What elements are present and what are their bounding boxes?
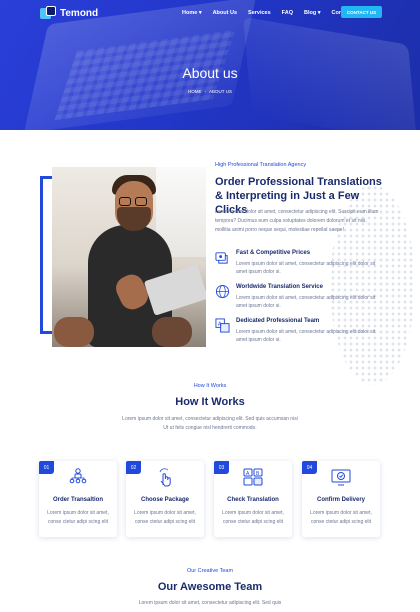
price-tag-icon bbox=[215, 252, 228, 264]
svg-text:A: A bbox=[218, 322, 222, 328]
feature-title: Fast & Competitive Prices bbox=[236, 250, 311, 256]
nav-item-home[interactable]: Home ▾ bbox=[182, 10, 202, 16]
step-card[interactable]: 02 Choose Package Lorem ipsum dolor sit … bbox=[126, 461, 204, 537]
how-it-works-title: How It Works bbox=[175, 396, 245, 408]
main-nav: Home ▾ About Us Services FAQ Blog ▾ Cont… bbox=[182, 10, 352, 16]
page-header: Temond Home ▾ About Us Services FAQ Blog… bbox=[0, 0, 420, 130]
contact-us-button[interactable]: CONTACT US bbox=[341, 6, 382, 18]
language-check-icon: A B bbox=[243, 468, 263, 486]
step-number: 03 bbox=[214, 461, 229, 474]
nav-label: Blog bbox=[303, 10, 317, 16]
step-text: Lorem ipsum dolor sit amet, conse ctetur… bbox=[222, 510, 284, 525]
about-description: Lorem ipsum dolor sit amet, consectetur … bbox=[215, 209, 379, 233]
team-title: Our Awesome Team bbox=[157, 581, 263, 593]
translate-icon: A bbox=[215, 318, 230, 333]
nav-item-faq[interactable]: FAQ bbox=[282, 10, 293, 16]
feature-text: Lorem ipsum dolor sit amet, consectetur … bbox=[236, 329, 376, 343]
step-title: Order Transaltion bbox=[52, 497, 103, 503]
feature-text: Lorem ipsum dolor sit amet, consectetur … bbox=[236, 295, 376, 309]
step-text: Lorem ipsum dolor sit amet, conse ctetur… bbox=[134, 510, 196, 525]
photo-frame-accent bbox=[40, 176, 52, 334]
step-title: Choose Package bbox=[140, 497, 190, 503]
page-title: About us bbox=[182, 65, 238, 81]
step-card[interactable]: 03 A B Check Translation Lorem ipsum dol… bbox=[214, 461, 292, 537]
feature-title: Worldwide Translation Service bbox=[236, 284, 323, 290]
breadcrumb: HOME › ABOUT US bbox=[0, 89, 420, 94]
step-text: Lorem ipsum dolor sit amet, conse ctetur… bbox=[310, 510, 372, 525]
breadcrumb-home[interactable]: HOME bbox=[188, 89, 202, 94]
step-text: Lorem ipsum dolor sit amet, conse ctetur… bbox=[47, 510, 109, 525]
feature-title: Dedicated Professional Team bbox=[236, 318, 320, 324]
about-tagline: High Professional Translation Agency bbox=[215, 162, 307, 168]
step-number: 01 bbox=[39, 461, 54, 474]
globe-icon bbox=[215, 284, 230, 299]
step-number: 04 bbox=[302, 461, 317, 474]
chevron-down-icon: ▾ bbox=[198, 10, 202, 16]
step-title: Confirm Delivery bbox=[316, 497, 365, 503]
logo-text: Temond bbox=[60, 7, 99, 19]
step-card[interactable]: 01 Order Transaltion Lorem ipsum dolor s… bbox=[39, 461, 117, 537]
how-it-works-description: Lorem ipsum dolor sit amet, consectetur … bbox=[122, 416, 298, 431]
delivery-monitor-icon bbox=[331, 469, 351, 486]
breadcrumb-current: ABOUT US bbox=[209, 89, 232, 94]
people-network-icon bbox=[69, 468, 87, 484]
hand-touch-icon bbox=[159, 468, 171, 487]
nav-item-blog[interactable]: Blog ▾ bbox=[304, 10, 321, 16]
team-tag: Our Creative Team bbox=[186, 568, 234, 574]
nav-item-services[interactable]: Services bbox=[248, 10, 271, 16]
nav-item-about[interactable]: About Us bbox=[213, 10, 237, 16]
about-photo bbox=[52, 167, 206, 347]
step-title: Check Translation bbox=[227, 497, 279, 503]
team-description: Lorem ipsum dolor sit amet, consectetur … bbox=[138, 600, 282, 606]
breadcrumb-separator: › bbox=[204, 89, 207, 94]
how-it-works-tag: How It Works bbox=[193, 383, 227, 389]
feature-text: Lorem ipsum dolor sit amet, consectetur … bbox=[236, 261, 376, 275]
logo-icon bbox=[40, 6, 56, 20]
nav-label: Home bbox=[182, 10, 198, 16]
chevron-down-icon: ▾ bbox=[317, 10, 321, 16]
site-logo[interactable]: Temond bbox=[40, 6, 98, 20]
step-number: 02 bbox=[126, 461, 141, 474]
step-card[interactable]: 04 Confirm Delivery Lorem ipsum dolor si… bbox=[302, 461, 380, 537]
